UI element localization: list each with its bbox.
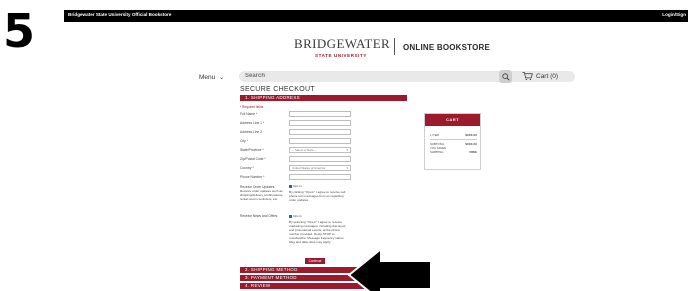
zip-input[interactable] <box>289 156 351 162</box>
country-label: Country * <box>240 166 254 170</box>
city-input[interactable] <box>289 138 351 144</box>
address2-label: Address Line 2 <box>240 130 262 134</box>
store-name-link[interactable]: Bridgewater State University Official Bo… <box>68 12 171 17</box>
required-note: * Required fields <box>240 105 264 109</box>
cart-label: Cart (0) <box>536 72 559 80</box>
news-offers-optin[interactable]: Opt-in <box>289 214 351 218</box>
address1-label: Address Line 1 * <box>240 121 265 125</box>
page-content: BRIDGEWATER STATE UNIVERSITY ONLINE BOOK… <box>64 22 688 291</box>
checkout-title: SECURE CHECKOUT <box>240 86 315 93</box>
login-link[interactable]: Login/Sign <box>662 12 686 17</box>
address2-input[interactable] <box>289 129 351 135</box>
search-button[interactable] <box>499 70 512 83</box>
full-name-label: Full Name * <box>240 112 258 116</box>
cart-row-items: 1 ITEM $XXX.XX <box>430 133 477 137</box>
chevron-down-icon: ▾ <box>346 148 348 152</box>
logo-main-text: BRIDGEWATER <box>294 36 391 51</box>
city-label: City * <box>240 139 248 143</box>
arrow-icon <box>347 247 432 291</box>
cart-row-shipping: SHIPPING FREE <box>430 150 477 154</box>
state-select-value: -- Select a State -- <box>292 148 317 152</box>
top-bar: Bridgewater State University Official Bo… <box>64 10 688 22</box>
country-select-value: United States of America <box>292 166 326 170</box>
cart-summary: CART 1 ITEM $XXX.XX SUBTOTAL $XXX.XX YOU… <box>424 113 481 170</box>
news-offers-text: By selecting "Opt-in" I agree to receive… <box>289 220 346 244</box>
cart-row-label: SHIPPING <box>430 150 444 154</box>
step-shipping-address[interactable]: 1. SHIPPING ADDRESS <box>240 95 407 101</box>
cart-row-value: $XXX.XX <box>465 133 477 137</box>
order-updates-optin-label: Opt-in <box>293 184 302 188</box>
store-title: ONLINE BOOKSTORE <box>403 43 491 52</box>
news-offers-label: Receive News and Offers <box>240 214 278 218</box>
chevron-down-icon: ⌄ <box>219 75 225 81</box>
phone-label: Phone Number * <box>240 175 265 179</box>
chevron-down-icon: ▾ <box>346 166 348 170</box>
cart-icon <box>522 71 533 81</box>
cart-divider <box>430 139 477 140</box>
search-input[interactable] <box>245 73 445 79</box>
cart-row-value: FREE <box>469 150 477 154</box>
university-logo[interactable]: BRIDGEWATER STATE UNIVERSITY <box>294 36 391 58</box>
order-updates-text: By clicking "Opt-in" I agree to receive … <box>289 190 346 202</box>
search-icon <box>501 72 510 81</box>
full-name-input[interactable] <box>289 111 351 117</box>
news-offers-optin-label: Opt-in <box>293 214 302 218</box>
state-label: State/Province * <box>240 148 264 152</box>
phone-input[interactable] <box>289 174 351 180</box>
logo-divider <box>394 38 395 55</box>
country-select[interactable]: United States of America ▾ <box>289 165 351 171</box>
menu-button[interactable]: Menu ⌄ <box>199 74 224 81</box>
menu-label: Menu <box>199 74 216 81</box>
zip-label: Zip/Postal Code * <box>240 157 266 161</box>
continue-button[interactable]: Continue <box>305 258 325 264</box>
order-updates-sublabel: Receive order updates such as shipping/d… <box>240 189 284 201</box>
cart-row-label: 1 ITEM <box>430 133 440 137</box>
order-updates-checkbox[interactable] <box>289 184 292 188</box>
step-number: 5 <box>3 4 36 58</box>
address1-input[interactable] <box>289 120 351 126</box>
order-updates-optin[interactable]: Opt-in <box>289 184 351 188</box>
cart-header: CART <box>425 114 480 126</box>
logo-sub-text: STATE UNIVERSITY <box>315 53 367 58</box>
state-select[interactable]: -- Select a State -- ▾ <box>289 147 351 153</box>
cart-link[interactable]: Cart (0) <box>522 71 558 81</box>
news-offers-checkbox[interactable] <box>289 214 292 218</box>
